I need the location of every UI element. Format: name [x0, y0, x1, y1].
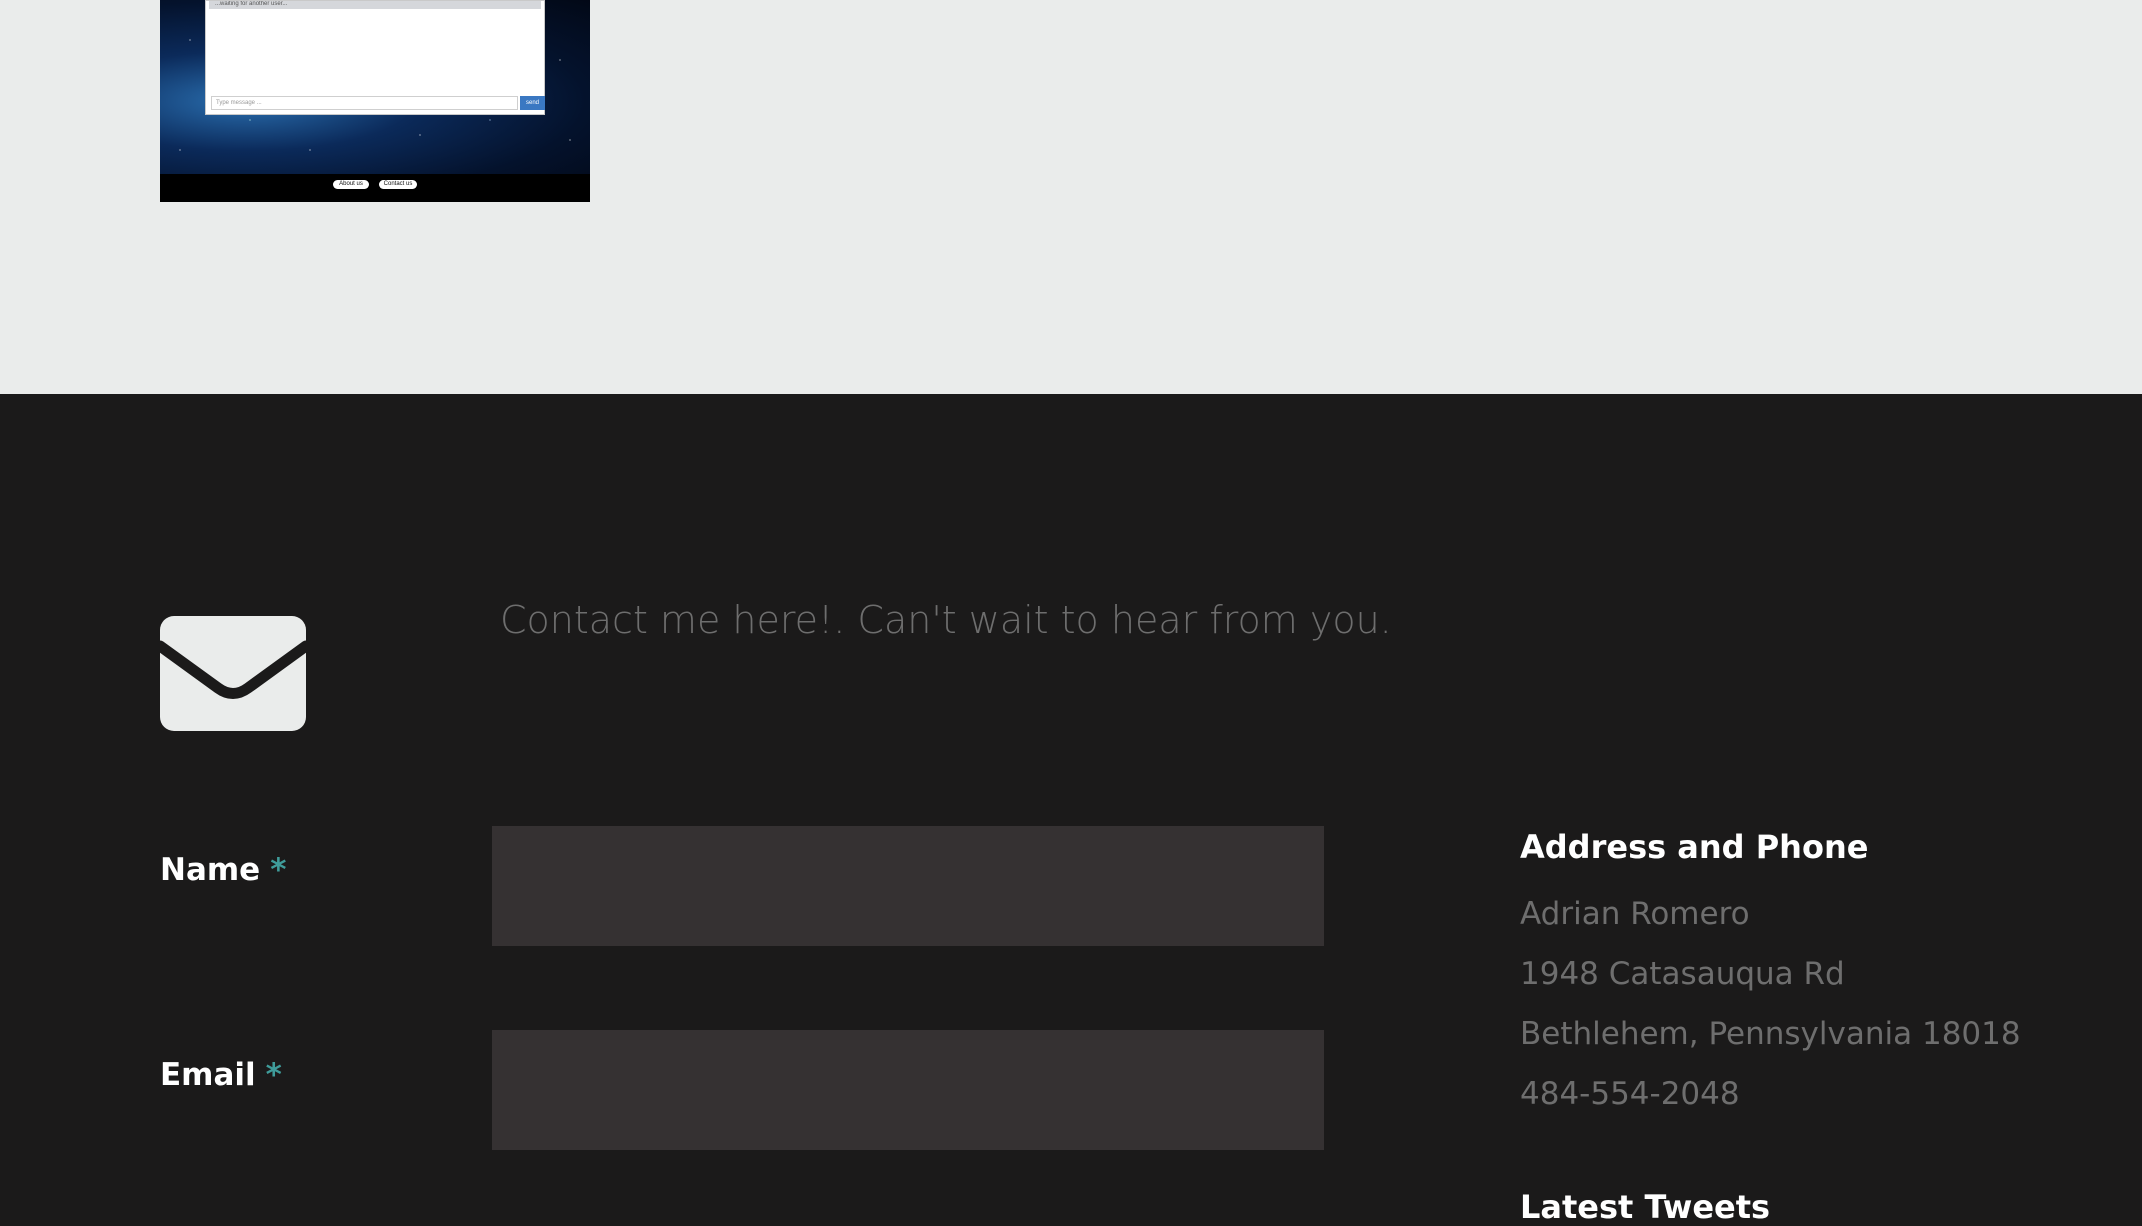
name-label-text: Name [160, 852, 261, 888]
project-thumbnail[interactable]: ...waiting for another user... Type mess… [160, 0, 590, 202]
street-address: 1948 Catasauqua Rd [1520, 956, 1845, 992]
contact-us-pill: Contact us [379, 180, 417, 189]
email-field-label: Email * [160, 1057, 282, 1093]
contact-intro-text: Contact me here!. Can't wait to hear fro… [500, 598, 1392, 642]
message-input: Type message ... [211, 96, 518, 110]
email-input[interactable] [492, 1030, 1324, 1150]
send-button: send [520, 96, 545, 110]
portfolio-section: ...waiting for another user... Type mess… [0, 0, 2142, 394]
thumbnail-footer: About us Contact us [160, 174, 590, 202]
chat-status-bar: ...waiting for another user... [209, 1, 541, 9]
name-input[interactable] [492, 826, 1324, 946]
contact-name: Adrian Romero [1520, 896, 1750, 932]
chat-window: ...waiting for another user... Type mess… [205, 0, 545, 115]
email-label-text: Email [160, 1057, 256, 1093]
required-marker: * [265, 1057, 282, 1093]
address-heading: Address and Phone [1520, 828, 1869, 866]
about-us-pill: About us [333, 180, 369, 189]
envelope-icon [160, 616, 306, 731]
city-state-zip: Bethlehem, Pennsylvania 18018 [1520, 1016, 2021, 1052]
required-marker: * [270, 852, 287, 888]
name-field-label: Name * [160, 852, 286, 888]
latest-tweets-heading: Latest Tweets [1520, 1188, 1771, 1226]
phone-number: 484-554-2048 [1520, 1076, 1740, 1112]
